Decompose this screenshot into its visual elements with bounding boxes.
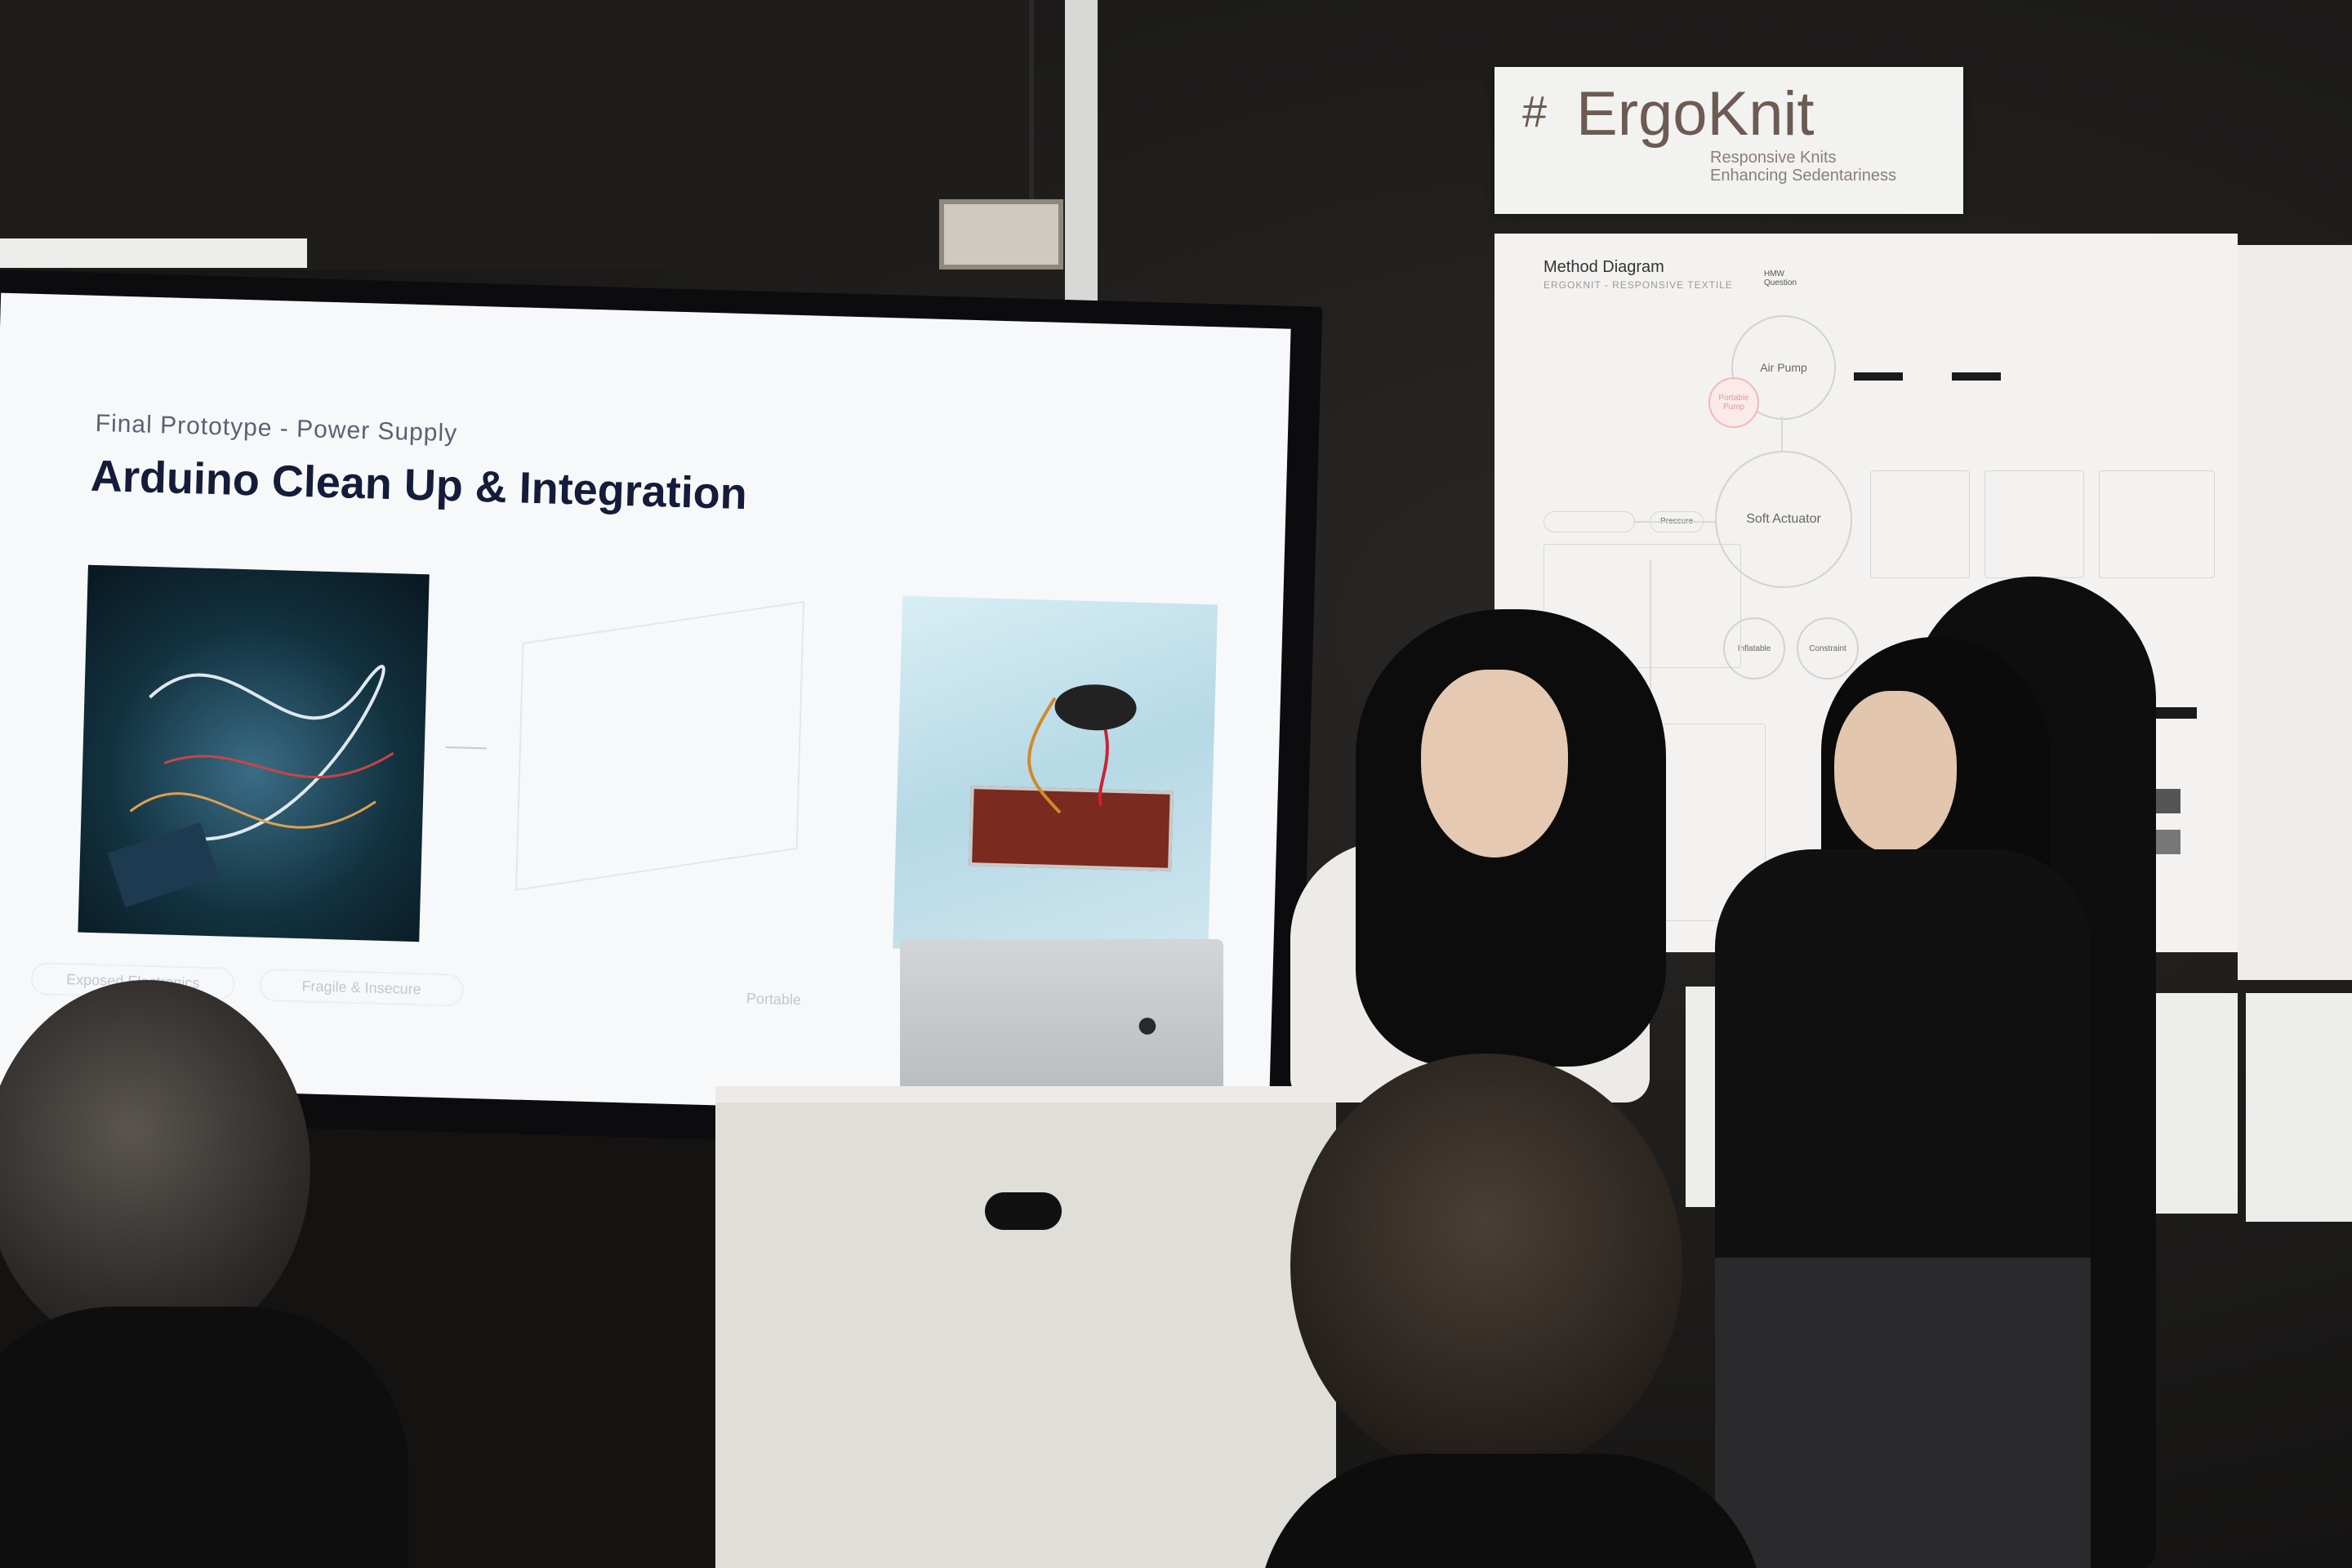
podium <box>715 1086 1336 1568</box>
slide-subtitle: Final Prototype - Power Supply <box>95 409 458 448</box>
board-wires <box>1027 684 1137 814</box>
poster-spine <box>1781 416 1783 451</box>
poster-section-c <box>1984 470 2084 578</box>
wall-bracket <box>939 199 1063 270</box>
wires-illustration <box>107 665 394 908</box>
sign-tagline: Responsive Knits Enhancing Sedentariness <box>1710 149 1896 185</box>
slide-title: Arduino Clean Up & Integration <box>90 451 748 519</box>
audience-head-right <box>1290 1054 1682 1478</box>
poster-pill-1 <box>1544 511 1635 532</box>
enclosure-sketch <box>515 600 805 891</box>
ergoknit-sign: # ErgoKnit Responsive Knits Enhancing Se… <box>1494 67 1963 214</box>
poster-subtitle: ERGOKNIT - RESPONSIVE TEXTILE <box>1544 279 1733 291</box>
tagline-line-1: Responsive Knits <box>1710 149 1837 167</box>
label-fragile-insecure: Fragile & Insecure <box>259 968 465 1007</box>
presenter-2-face <box>1834 691 1957 854</box>
hanging-cable <box>1065 0 1098 310</box>
photo-integrated-board <box>893 595 1218 958</box>
poster-section-d <box>2099 470 2215 578</box>
node-portable-pump: Portable Pump <box>1708 377 1759 428</box>
ergoknit-logo-icon: # <box>1521 87 1548 136</box>
podium-handle <box>985 1192 1062 1230</box>
sketch-sheet-3 <box>2246 993 2352 1222</box>
wall-note <box>0 238 307 268</box>
audience-shoulders-left <box>0 1307 408 1568</box>
label-portable: Portable <box>746 989 802 1008</box>
poster-connector-1 <box>1633 521 1715 523</box>
side-poster <box>2238 245 2352 980</box>
presentation-scene: Final Prototype - Power Supply Arduino C… <box>0 0 2352 1568</box>
tagline-line-2: Enhancing Sedentariness <box>1710 167 1896 185</box>
poster-tag-2 <box>1952 372 2001 381</box>
presenter-2-skirt <box>1715 1258 2091 1568</box>
poster-tag-1 <box>1854 372 1903 381</box>
presenter-2-top <box>1715 849 2091 1274</box>
node-constraint: Constraint <box>1797 617 1859 679</box>
arrow-connector <box>445 746 487 750</box>
wall-panel-left <box>0 0 1029 270</box>
apple-logo-icon: ● <box>1135 1003 1160 1046</box>
sign-title: ErgoKnit <box>1576 79 1815 149</box>
photo-exposed-electronics <box>78 564 430 942</box>
poster-title: Method Diagram <box>1544 258 1664 276</box>
presenter-1-face <box>1421 670 1568 858</box>
hmw-label: HMW Question <box>1764 270 1797 287</box>
laptop: ● <box>900 939 1223 1094</box>
poster-section-b <box>1870 470 1970 578</box>
